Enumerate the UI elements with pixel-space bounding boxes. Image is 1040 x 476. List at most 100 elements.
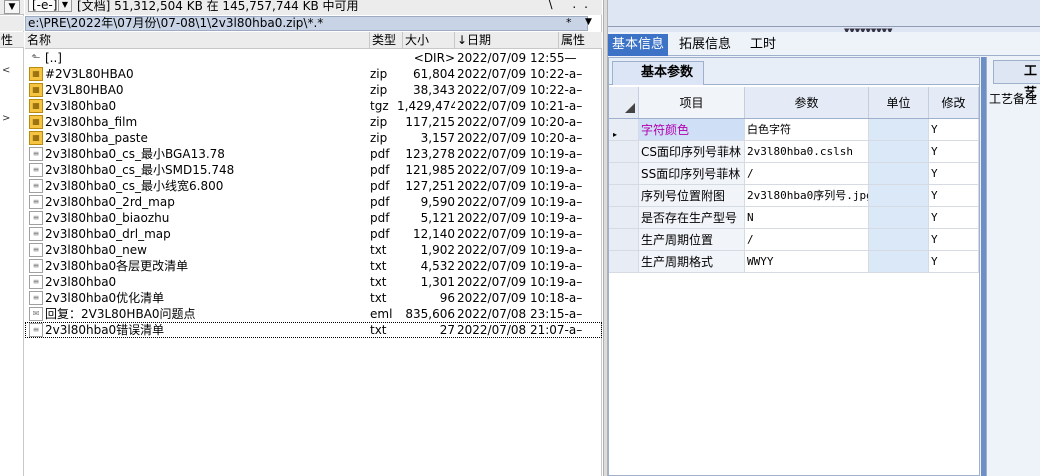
grid-header-modify[interactable]: 修改 xyxy=(929,87,979,118)
grid-cell-unit[interactable] xyxy=(869,119,929,140)
column-name[interactable]: 名称 xyxy=(25,32,370,49)
file-name: 2v3l80hba_film xyxy=(45,115,138,129)
grid-cell-unit[interactable] xyxy=(869,251,929,272)
tab-basic-info[interactable]: 基本信息 xyxy=(608,34,669,56)
grid-cell-modify[interactable]: Y xyxy=(929,163,979,184)
grid-cell-unit[interactable] xyxy=(869,207,929,228)
grid-header-item[interactable]: 项目 xyxy=(639,87,745,118)
grid-row[interactable]: 生产周期格式 WWYY Y xyxy=(609,251,979,273)
grid-cell-modify[interactable]: Y xyxy=(929,185,979,206)
file-date: 2022/07/09 10:19-a– xyxy=(457,275,583,289)
row-selector[interactable] xyxy=(609,163,639,184)
column-size[interactable]: 大小 xyxy=(403,32,455,49)
grid-cell-param[interactable]: 2v3l80hba0.cslsh xyxy=(745,141,869,162)
tab-work-hours[interactable]: 工时 xyxy=(746,34,780,56)
file-name: [..] xyxy=(45,51,62,65)
file-size: 3,157 xyxy=(420,131,455,145)
row-selector[interactable] xyxy=(609,185,639,206)
chevron-down-icon[interactable]: ▼ xyxy=(4,0,20,14)
grid-header-param[interactable]: 参数 xyxy=(745,87,869,118)
grid-cell-item[interactable]: CS面印序列号菲林 xyxy=(639,141,745,162)
chevron-down-icon[interactable]: ▼ xyxy=(585,17,592,27)
file-date: 2022/07/09 12:55— xyxy=(457,51,577,65)
column-type[interactable]: 类型 xyxy=(370,32,403,49)
grid-header-unit[interactable]: 单位 xyxy=(869,87,929,118)
file-name: 2v3l80hba0优化清单 xyxy=(45,291,165,305)
file-row[interactable]: ≡ 2v3l80hba0 txt 1,301 2022/07/09 10:19-a– xyxy=(25,274,602,290)
doc-icon: ≡ xyxy=(29,291,43,305)
file-row[interactable]: ⬑ [..] <DIR> 2022/07/09 12:55— xyxy=(25,50,602,66)
doc-icon: ≡ xyxy=(29,163,43,177)
grid-cell-item[interactable]: 字符颜色 xyxy=(639,119,745,140)
file-row[interactable]: ≡ 2v3l80hba0错误清单 txt 27 2022/07/08 21:07-a– xyxy=(25,322,602,338)
grid-cell-modify[interactable]: Y xyxy=(929,229,979,250)
grid-cell-item[interactable]: 是否存在生产型号 xyxy=(639,207,745,228)
file-row[interactable]: ≡ 2v3l80hba0_drl_map pdf 12,140 2022/07/09 1… xyxy=(25,226,602,242)
history-star-button[interactable]: * xyxy=(566,16,572,29)
drive-select[interactable]: [-e-] xyxy=(28,0,62,12)
file-row[interactable]: ▦ 2v3l80hba_paste zip 3,157 2022/07/09 10:20… xyxy=(25,130,602,146)
grid-cell-item[interactable]: 生产周期格式 xyxy=(639,251,745,272)
left-panel-strip: ▼ 性 < > xyxy=(0,0,24,476)
grid-cell-modify[interactable]: Y xyxy=(929,207,979,228)
grid-row[interactable]: SS面印序列号菲林 / Y xyxy=(609,163,979,185)
grid-row[interactable]: 生产周期位置 / Y xyxy=(609,229,979,251)
grid-row[interactable]: 序列号位置附图 2v3l80hba0序列号.jpg Y xyxy=(609,185,979,207)
arrow-left-icon[interactable]: < xyxy=(2,65,10,76)
tab-extended-info[interactable]: 拓展信息 xyxy=(675,34,735,56)
file-date: 2022/07/09 10:21-a– xyxy=(457,99,583,113)
grid-cell-modify[interactable]: Y xyxy=(929,119,979,140)
row-selector[interactable] xyxy=(609,229,639,250)
left-attr-header[interactable]: 性 xyxy=(0,32,24,48)
path-bar[interactable]: e:\PRE\2022年\07月份\07-08\1\2v3l80hba0.zip… xyxy=(25,16,588,31)
column-attr[interactable]: 属性 xyxy=(559,32,602,49)
grid-cell-modify[interactable]: Y xyxy=(929,251,979,272)
file-row[interactable]: ≡ 2v3l80hba0优化清单 txt 96 2022/07/09 10:18-a– xyxy=(25,290,602,306)
grid-cell-param[interactable]: / xyxy=(745,229,869,250)
grid-row[interactable]: CS面印序列号菲林 2v3l80hba0.cslsh Y xyxy=(609,141,979,163)
file-row[interactable]: ▦ 2v3l80hba_film zip 117,215 2022/07/09 10:2… xyxy=(25,114,602,130)
row-selector[interactable] xyxy=(609,251,639,272)
file-name: 2v3l80hba0_biaozhu xyxy=(45,211,170,225)
grid-cell-param[interactable]: 白色字符 xyxy=(745,119,869,140)
file-row[interactable]: ≡ 2v3l80hba0_2rd_map pdf 9,590 2022/07/09 10… xyxy=(25,194,602,210)
file-row[interactable]: ≡ 2v3l80hba0_cs_最小SMD15.748 pdf 121,985 2022… xyxy=(25,162,602,178)
file-row[interactable]: ▦ 2V3L80HBA0 zip 38,343 2022/07/09 10:22-a– xyxy=(25,82,602,98)
file-name: #2V3L80HBA0 xyxy=(45,67,134,81)
file-size: 27 xyxy=(439,323,455,337)
file-row[interactable]: ▦ #2V3L80HBA0 zip 61,804 2022/07/09 10:22-a– xyxy=(25,66,602,82)
row-selector[interactable] xyxy=(609,207,639,228)
file-row[interactable]: ✉ 回复：2V3L80HBA0问题点 eml 835,606 2022/07/08 23… xyxy=(25,306,602,322)
file-name: 2v3l80hba0各层更改清单 xyxy=(45,259,189,273)
grid-cell-unit[interactable] xyxy=(869,163,929,184)
file-row[interactable]: ≡ 2v3l80hba0各层更改清单 txt 4,532 2022/07/09 10:1… xyxy=(25,258,602,274)
zip-icon: ▦ xyxy=(29,67,43,81)
file-row[interactable]: ▦ 2v3l80hba0 tgz 1,429,474 2022/07/09 10:21-… xyxy=(25,98,602,114)
chevron-down-icon[interactable]: ▼ xyxy=(58,0,72,12)
subtab-basic-params[interactable]: 基本参数 xyxy=(612,61,705,85)
root-parent-buttons[interactable]: \ .. xyxy=(549,0,597,11)
grid-cell-param[interactable]: N xyxy=(745,207,869,228)
grid-cell-unit[interactable] xyxy=(869,141,929,162)
grid-cell-param[interactable]: WWYY xyxy=(745,251,869,272)
file-row[interactable]: ≡ 2v3l80hba0_new txt 1,902 2022/07/09 10:19-… xyxy=(25,242,602,258)
grid-cell-item[interactable]: SS面印序列号菲林 xyxy=(639,163,745,184)
grid-cell-modify[interactable]: Y xyxy=(929,141,979,162)
arrow-right-icon[interactable]: > xyxy=(2,113,10,124)
grid-cell-unit[interactable] xyxy=(869,185,929,206)
grid-row[interactable]: 是否存在生产型号 N Y xyxy=(609,207,979,229)
file-name: 回复：2V3L80HBA0问题点 xyxy=(45,307,196,321)
file-row[interactable]: ≡ 2v3l80hba0_biaozhu pdf 5,121 2022/07/09 10… xyxy=(25,210,602,226)
grid-cell-param[interactable]: / xyxy=(745,163,869,184)
tab-process[interactable]: 工艺 xyxy=(993,60,1040,101)
file-row[interactable]: ≡ 2v3l80hba0_cs_最小BGA13.78 pdf 123,278 2022/… xyxy=(25,146,602,162)
column-date[interactable]: ↓日期 xyxy=(455,32,559,49)
file-row[interactable]: ≡ 2v3l80hba0_cs_最小线宽6.800 pdf 127,251 2022/0… xyxy=(25,178,602,194)
grid-row[interactable]: ▸ 字符颜色 白色字符 Y xyxy=(609,119,979,141)
grid-cell-unit[interactable] xyxy=(869,229,929,250)
grid-cell-item[interactable]: 序列号位置附图 xyxy=(639,185,745,206)
grid-cell-item[interactable]: 生产周期位置 xyxy=(639,229,745,250)
grid-cell-param[interactable]: 2v3l80hba0序列号.jpg xyxy=(745,185,869,206)
row-selector[interactable] xyxy=(609,141,639,162)
row-selector[interactable]: ▸ xyxy=(609,119,639,140)
